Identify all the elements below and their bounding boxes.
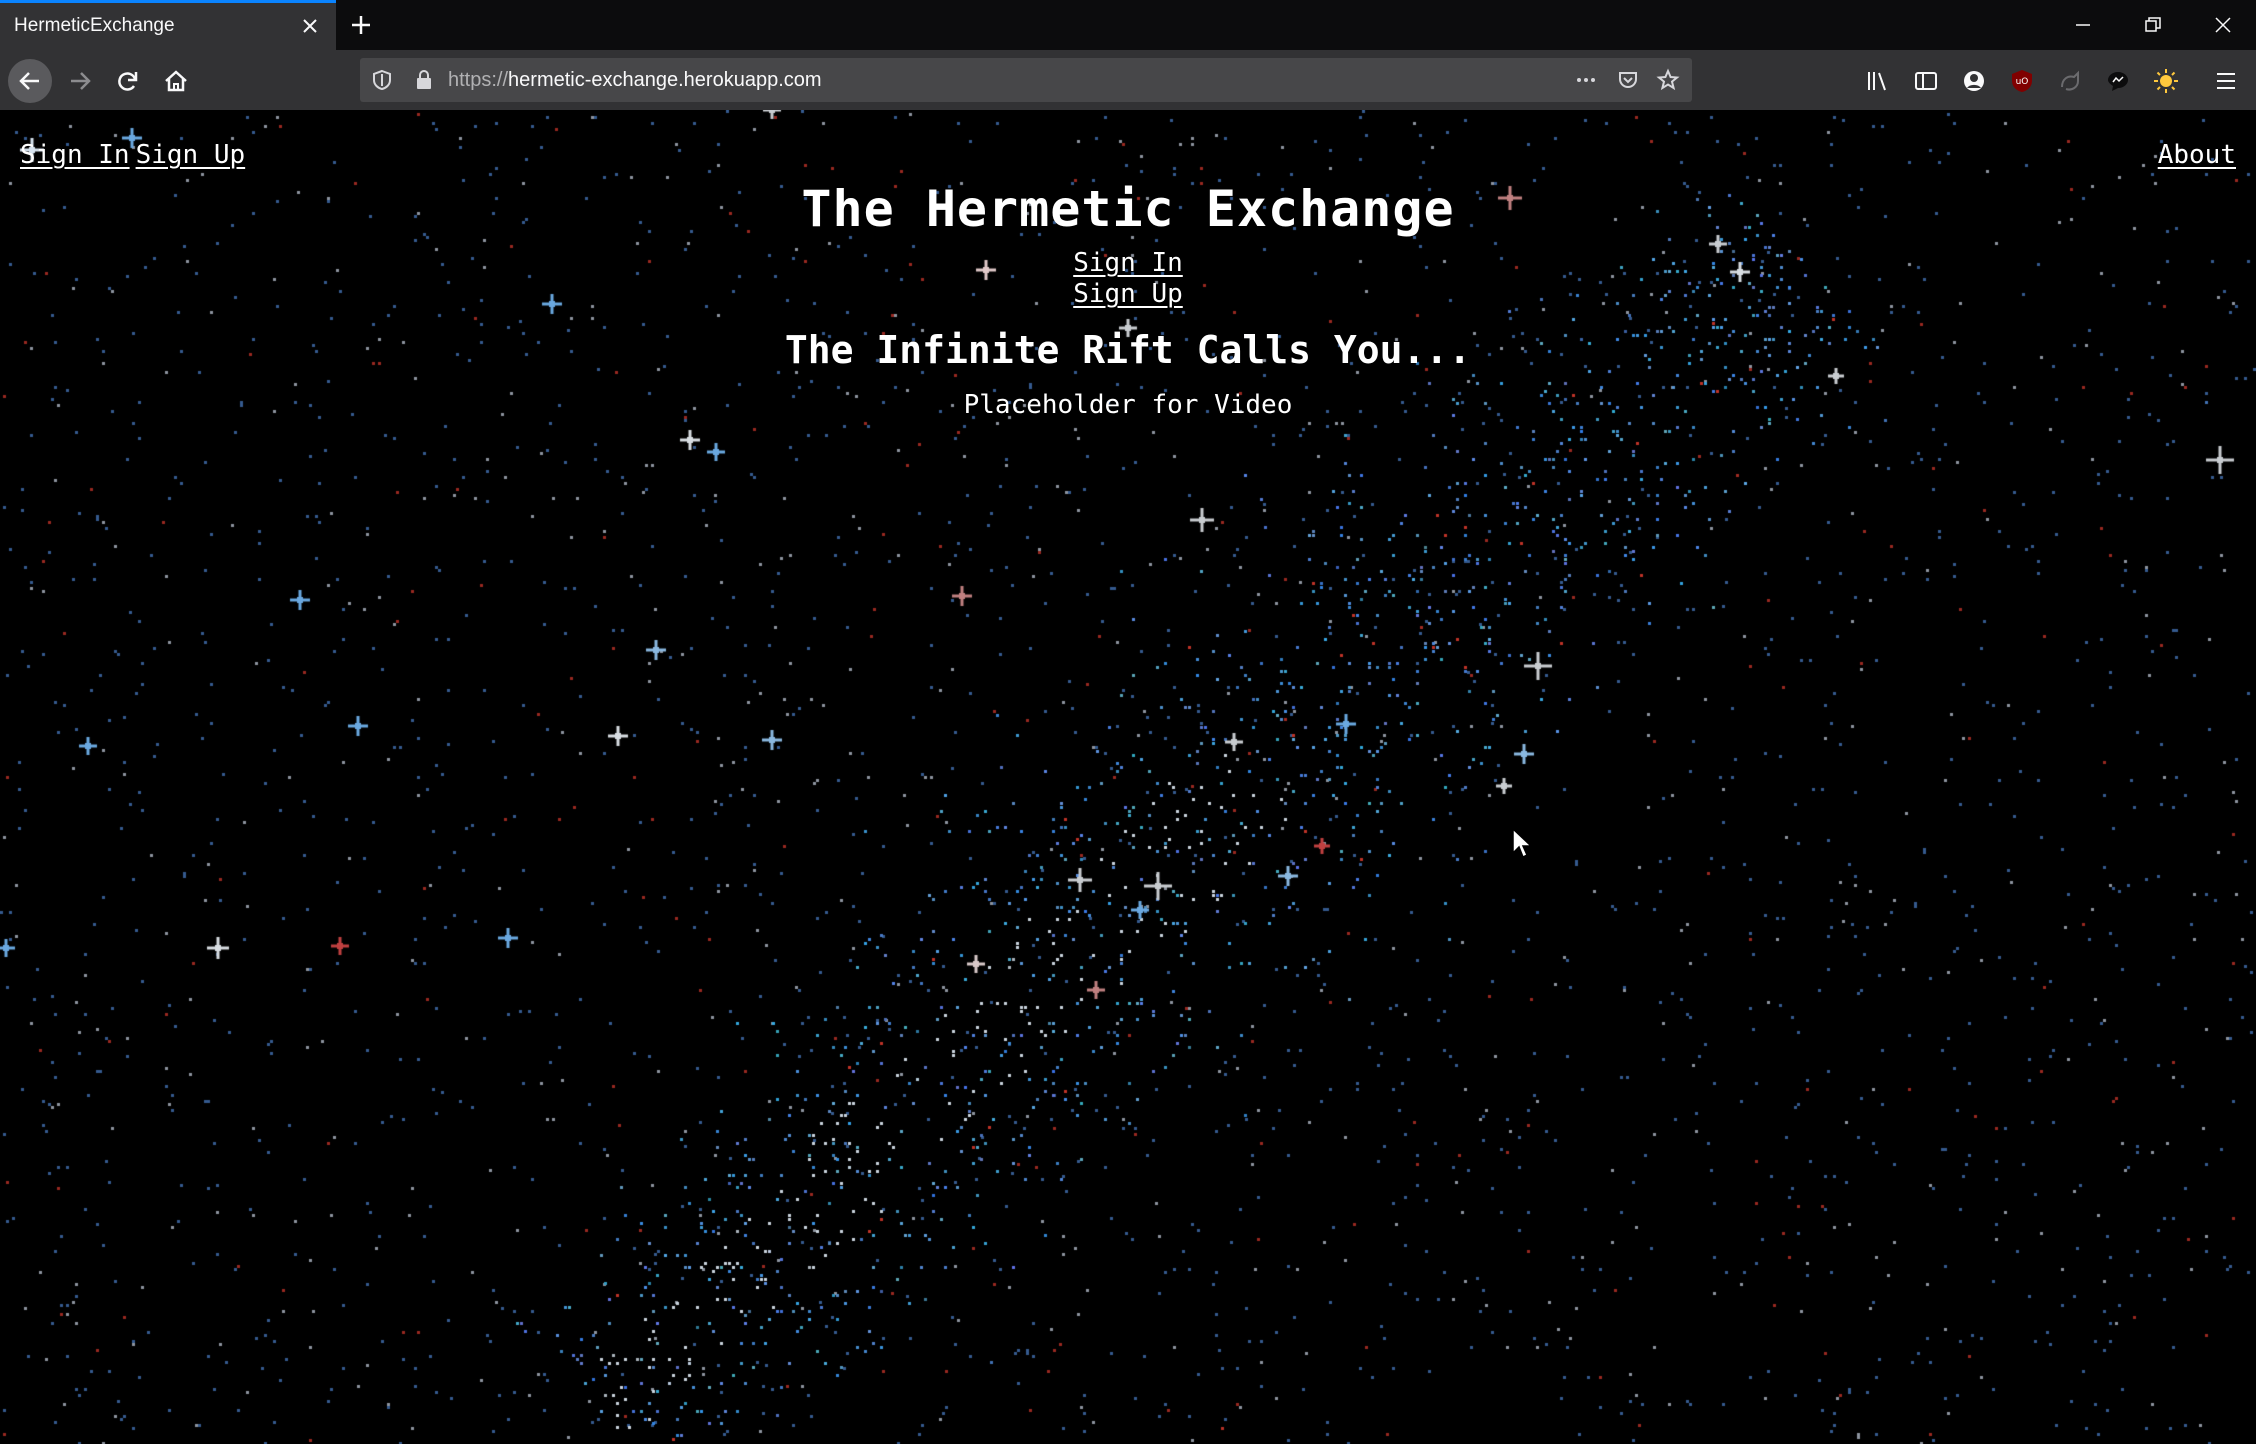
tab-bar: HermeticExchange: [0, 0, 2256, 50]
reload-button[interactable]: [106, 59, 150, 103]
mouse-cursor-icon: [1512, 828, 1533, 859]
sun-icon[interactable]: [2152, 67, 2180, 95]
address-bar[interactable]: https://hermetic-exchange.herokuapp.com: [360, 58, 1692, 102]
hero-auth-links: Sign In Sign Up: [0, 248, 2256, 310]
svg-text:uO: uO: [2016, 77, 2029, 87]
bookmark-star-icon[interactable]: [1656, 68, 1680, 92]
new-tab-icon[interactable]: [346, 10, 376, 40]
chat-icon[interactable]: [2104, 67, 2132, 95]
page-actions-icon[interactable]: [1574, 68, 1598, 92]
video-placeholder: Placeholder for Video: [963, 390, 1293, 420]
home-icon: [165, 70, 187, 92]
tracking-shield-icon[interactable]: [370, 68, 394, 92]
minimize-icon[interactable]: [2068, 10, 2098, 40]
url-host: hermetic-exchange.herokuapp.com: [508, 69, 822, 91]
header-nav: About: [2158, 140, 2236, 170]
hero-sign-in-link[interactable]: Sign In: [1073, 248, 1183, 278]
header-auth-links: Sign In Sign Up: [20, 140, 251, 170]
restore-icon[interactable]: [2138, 10, 2168, 40]
hero-sign-up-link[interactable]: Sign Up: [1073, 279, 1183, 309]
lock-icon[interactable]: [412, 68, 436, 92]
tab-title: HermeticExchange: [14, 15, 175, 36]
navigation-toolbar: https://hermetic-exchange.herokuapp.com …: [0, 50, 2256, 110]
sidebar-icon[interactable]: [1912, 67, 1940, 95]
reload-icon: [118, 72, 138, 91]
home-button[interactable]: [154, 59, 198, 103]
back-arrow-icon: [19, 72, 39, 90]
close-window-icon[interactable]: [2208, 10, 2238, 40]
pocket-icon[interactable]: [1616, 68, 1640, 92]
forward-button[interactable]: [58, 59, 102, 103]
account-icon[interactable]: [1960, 67, 1988, 95]
page-content: Sign In Sign Up About The Hermetic Exchan…: [0, 110, 2256, 1444]
about-link[interactable]: About: [2158, 140, 2236, 170]
menu-icon[interactable]: [2212, 67, 2240, 95]
hero: The Hermetic Exchange Sign In Sign Up Th…: [0, 180, 2256, 420]
header-sign-up-link[interactable]: Sign Up: [136, 140, 246, 170]
forward-arrow-icon: [71, 72, 91, 90]
close-tab-icon[interactable]: [298, 14, 322, 38]
browser-tab[interactable]: HermeticExchange: [0, 0, 336, 50]
url-text[interactable]: https://hermetic-exchange.herokuapp.com: [448, 69, 822, 92]
header-sign-in-link[interactable]: Sign In: [20, 140, 130, 170]
library-icon[interactable]: [1864, 67, 1892, 95]
url-protocol: https://: [448, 69, 509, 91]
site-title: The Hermetic Exchange: [801, 180, 1455, 238]
tagline: The Infinite Rift Calls You...: [784, 328, 1472, 372]
ublock-origin-icon[interactable]: uO: [2008, 67, 2036, 95]
back-button[interactable]: [8, 59, 52, 103]
extension-icon[interactable]: [2056, 67, 2084, 95]
